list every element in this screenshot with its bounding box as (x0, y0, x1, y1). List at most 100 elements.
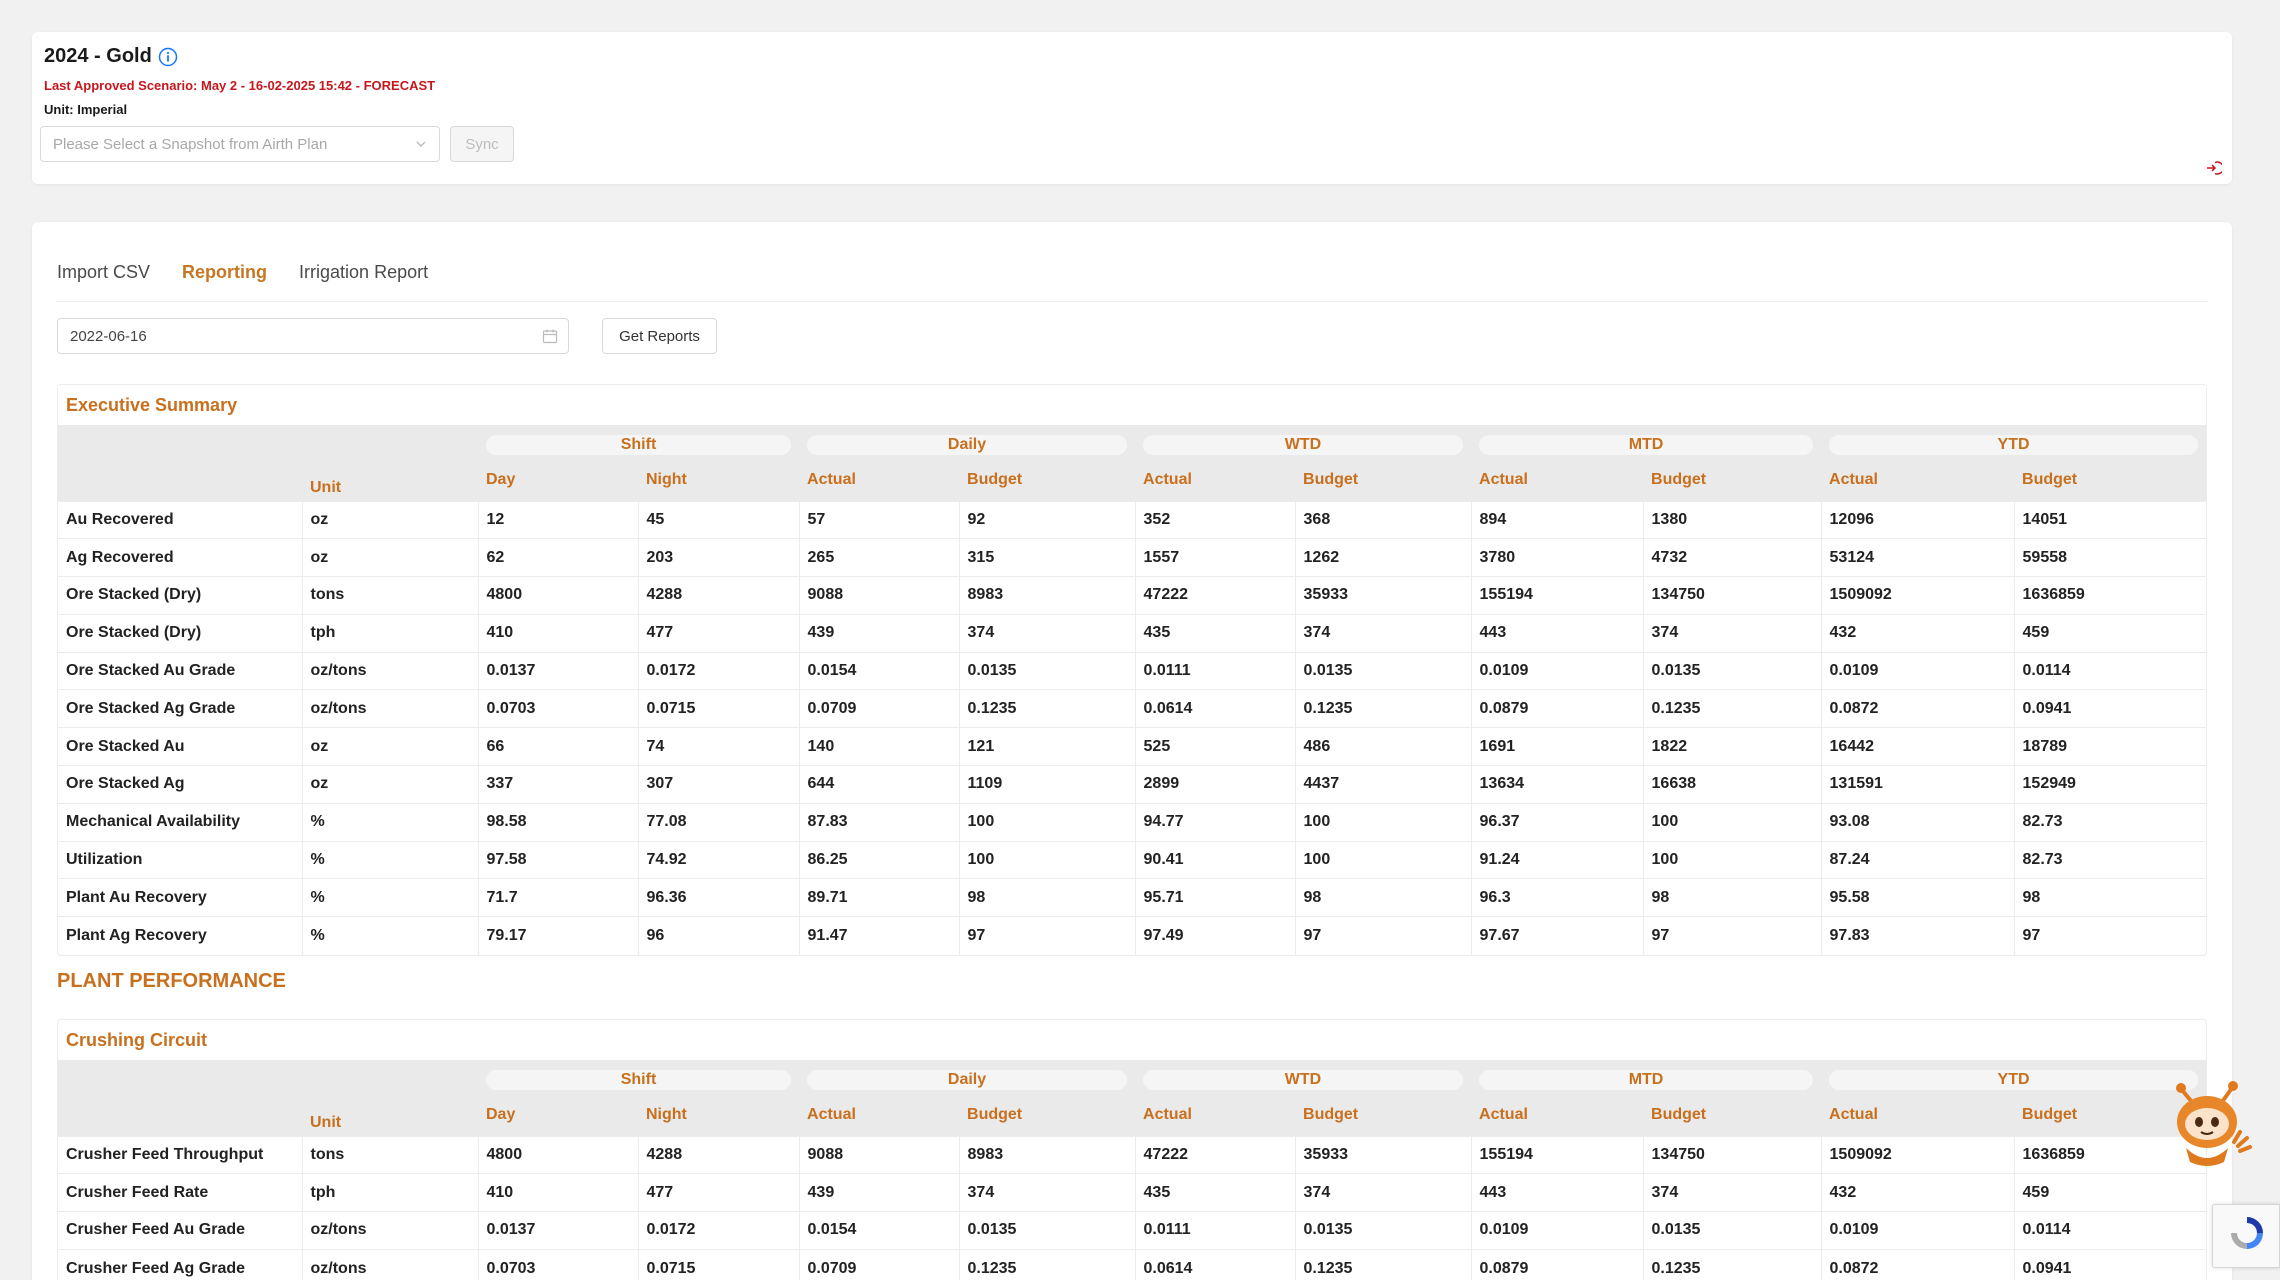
sub-header: Budget (1651, 1105, 1707, 1123)
unit-cell: tons (301, 1135, 478, 1174)
title-row: 2024 - Gold (44, 45, 178, 68)
tab-irrigation-report[interactable]: Irrigation Report (299, 262, 428, 302)
metric-name-cell: Au Recovered (58, 500, 302, 539)
value-cell: 0.0879 (1470, 1248, 1644, 1280)
value-cell: 0.0172 (637, 1211, 800, 1250)
value-cell: 62 (477, 538, 638, 577)
value-cell: 59558 (2013, 538, 2207, 577)
value-cell: 0.0715 (637, 1248, 800, 1280)
crushing-circuit-title: Crushing Circuit (66, 1029, 208, 1050)
group-header-daily: Daily (799, 425, 1135, 459)
value-cell: 477 (637, 613, 800, 653)
value-cell: 97.67 (1470, 916, 1644, 955)
get-reports-button[interactable]: Get Reports (602, 318, 717, 354)
metric-name-cell: Crusher Feed Rate (58, 1173, 302, 1212)
value-cell: 0.0135 (1642, 651, 1822, 690)
value-cell: 435 (1134, 1173, 1296, 1212)
value-cell: 14051 (2013, 500, 2207, 539)
value-cell: 0.0109 (1820, 1211, 2015, 1250)
value-cell: 4437 (1294, 765, 1472, 804)
value-cell: 410 (477, 1173, 638, 1212)
table-row: Plant Ag Recovery% 79.17 96 91.47 97 97.49 97 9… (58, 916, 2207, 955)
table-row: Au Recovered oz 12 45 57 92 352 368 894 1380 12096… (58, 500, 2207, 539)
value-cell: 0.0135 (958, 1211, 1136, 1250)
value-cell: 1509092 (1820, 1135, 2015, 1174)
metric-name-cell: Crusher Feed Throughput (58, 1135, 302, 1174)
value-cell: 337 (477, 765, 638, 804)
value-cell: 0.0135 (958, 651, 1136, 690)
recaptcha-badge[interactable] (2212, 1204, 2280, 1268)
value-cell: 0.0135 (1294, 1211, 1472, 1250)
value-cell: 12 (477, 500, 638, 539)
group-header-ytd: YTD (1821, 1060, 2206, 1094)
group-header-shift: Shift (478, 425, 799, 459)
value-cell: 203 (637, 538, 800, 577)
value-cell: 91.24 (1470, 840, 1644, 879)
value-cell: 4288 (637, 1135, 800, 1174)
value-cell: 435 (1134, 613, 1296, 653)
table-row: Mechanical Availability% 98.58 77.08 87.83 1… (58, 802, 2207, 842)
value-cell: 13634 (1470, 765, 1644, 804)
unit-cell: tph (301, 1173, 478, 1212)
value-cell: 0.0135 (1642, 1211, 1822, 1250)
value-cell: 86.25 (798, 840, 960, 879)
value-cell: 0.0715 (637, 689, 800, 728)
value-cell: 71.7 (477, 878, 638, 917)
sync-button[interactable]: Sync (450, 126, 514, 162)
table-row: Plant Au Recovery% 71.7 96.36 89.71 98 95.71 9… (58, 878, 2207, 917)
group-header-mtd: MTD (1471, 1060, 1821, 1094)
value-cell: 74.92 (637, 840, 800, 879)
value-cell: 100 (958, 802, 1136, 842)
value-cell: 12096 (1820, 500, 2015, 539)
value-cell: 1636859 (2013, 576, 2207, 615)
sub-header: Budget (967, 1105, 1023, 1123)
info-icon[interactable] (158, 47, 178, 67)
value-cell: 35933 (1294, 1135, 1472, 1174)
assistant-bot-icon[interactable] (2164, 1076, 2256, 1168)
value-cell: 525 (1134, 727, 1296, 766)
value-cell: 4288 (637, 576, 800, 615)
sub-header: Actual (1479, 470, 1528, 488)
value-cell: 1262 (1294, 538, 1472, 577)
value-cell: 1509092 (1820, 576, 2015, 615)
value-cell: 121 (958, 727, 1136, 766)
value-cell: 82.73 (2013, 802, 2207, 842)
value-cell: 0.1235 (1642, 689, 1822, 728)
unit-cell: tons (301, 576, 478, 615)
chevron-down-icon (416, 141, 426, 147)
value-cell: 410 (477, 613, 638, 653)
value-cell: 98.58 (477, 802, 638, 842)
value-cell: 439 (798, 1173, 960, 1212)
report-card: Import CSV Reporting Irrigation Report 2… (32, 222, 2232, 1280)
table-row: Crusher Feed Ag Grade oz/tons 0.0703 0.0715… (58, 1248, 2207, 1280)
value-cell: 18789 (2013, 727, 2207, 766)
value-cell: 97 (958, 916, 1136, 955)
value-cell: 374 (958, 613, 1136, 653)
logout-icon[interactable] (2204, 159, 2222, 177)
sub-header: Actual (807, 470, 856, 488)
metric-name-cell: Ore Stacked (Dry) (58, 576, 302, 615)
sub-header: Budget (1303, 1105, 1359, 1123)
value-cell: 35933 (1294, 576, 1472, 615)
sub-header: Budget (1303, 470, 1359, 488)
value-cell: 94.77 (1134, 802, 1296, 842)
table-row: Ore Stacked (Dry) tph 410 477 439 374 435 374 44… (58, 613, 2207, 653)
snapshot-select[interactable]: Please Select a Snapshot from Airth Plan (40, 126, 440, 162)
value-cell: 97.49 (1134, 916, 1296, 955)
value-cell: 477 (637, 1173, 800, 1212)
metric-name-cell: Ag Recovered (58, 538, 302, 577)
value-cell: 0.0111 (1134, 1211, 1296, 1250)
unit-cell: % (301, 840, 478, 879)
table-row: Utilization% 97.58 74.92 86.25 100 90.41 100 91… (58, 840, 2207, 879)
group-header-daily: Daily (799, 1060, 1135, 1094)
unit-cell: oz/tons (301, 1248, 478, 1280)
value-cell: 97.83 (1820, 916, 2015, 955)
value-cell: 95.71 (1134, 878, 1296, 917)
tab-reporting[interactable]: Reporting (182, 262, 267, 302)
unit-cell: % (301, 878, 478, 917)
value-cell: 0.0135 (1294, 651, 1472, 690)
value-cell: 459 (2013, 1173, 2207, 1212)
tab-import-csv[interactable]: Import CSV (57, 262, 150, 302)
report-date-input[interactable]: 2022-06-16 (57, 318, 569, 354)
value-cell: 92 (958, 500, 1136, 539)
